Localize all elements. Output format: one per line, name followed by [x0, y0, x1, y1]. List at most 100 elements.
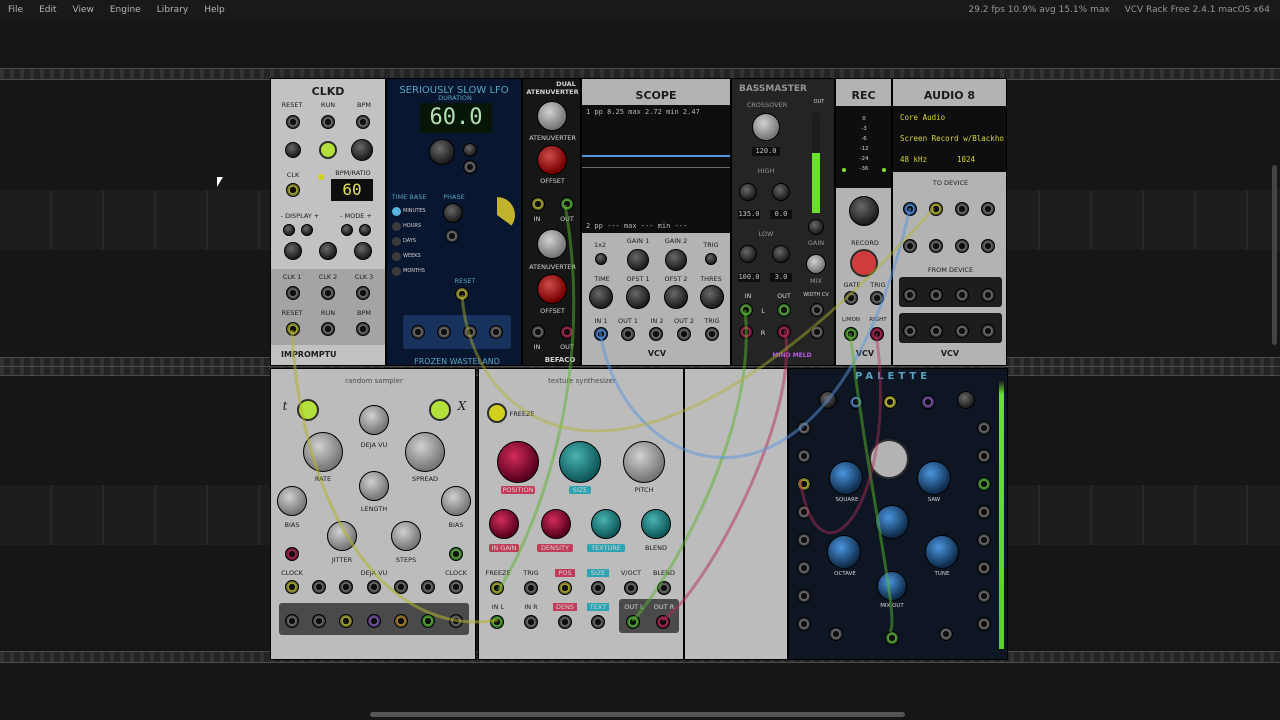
out1-jack[interactable] [621, 327, 635, 341]
offset-knob-2[interactable] [537, 274, 567, 304]
gate-jack[interactable] [844, 291, 858, 305]
t3-output-jack[interactable] [339, 614, 353, 628]
mode-up-button[interactable] [359, 224, 371, 236]
high-width-knob[interactable] [739, 183, 757, 201]
scope-module[interactable]: SCOPE 1 pp 8.25 max 2.72 min 2.47 2 pp -… [581, 78, 731, 366]
out-right-jack[interactable] [777, 325, 791, 339]
to-device-jack-5[interactable] [903, 239, 917, 253]
in-l-jack[interactable] [490, 615, 504, 629]
right-jack-6[interactable] [977, 561, 991, 575]
text-cv-jack[interactable] [591, 615, 605, 629]
block-size-selector[interactable]: 1024 [957, 155, 975, 164]
from-device-jack-6[interactable] [929, 324, 943, 338]
bottom-jack-3[interactable] [939, 627, 953, 641]
to-device-jack-4[interactable] [981, 202, 995, 216]
top-jack-3[interactable] [883, 395, 897, 409]
display-down-button[interactable] [283, 224, 295, 236]
clk1-output-jack[interactable] [286, 286, 300, 300]
top-knob-1[interactable] [819, 391, 837, 409]
x2-button[interactable] [595, 253, 607, 265]
clk2-output-jack[interactable] [321, 286, 335, 300]
ratio-knob-1[interactable] [284, 242, 302, 260]
out2-jack[interactable] [677, 327, 691, 341]
size-knob[interactable] [559, 441, 601, 483]
voct-jack[interactable] [624, 581, 638, 595]
mix-out-knob[interactable] [877, 571, 907, 601]
trig-jack[interactable] [524, 581, 538, 595]
crossover-knob[interactable] [752, 113, 780, 141]
x-bias-cv-jack[interactable] [449, 547, 463, 561]
from-device-jack-5[interactable] [903, 324, 917, 338]
blend-knob[interactable] [641, 509, 671, 539]
in-right-jack[interactable] [739, 325, 753, 339]
clk3-output-jack[interactable] [356, 286, 370, 300]
square-knob[interactable] [829, 461, 863, 495]
time-knob[interactable] [589, 285, 613, 309]
horizontal-scrollbar[interactable] [370, 712, 905, 717]
reset-button[interactable] [285, 142, 301, 158]
right-jack-4[interactable] [977, 505, 991, 519]
atenuverter-knob-2[interactable] [537, 229, 567, 259]
from-device-jack-7[interactable] [955, 324, 969, 338]
phase-cv-jack[interactable] [445, 229, 459, 243]
gain-knob[interactable] [849, 196, 879, 226]
clkd-module[interactable]: CLKD RESET RUN BPM CLK BPM/RATIO 60 - DI… [270, 78, 386, 366]
top-jack-4[interactable] [921, 395, 935, 409]
output-jack-1[interactable] [411, 325, 425, 339]
from-device-jack-4[interactable] [981, 288, 995, 302]
left-jack-6[interactable] [797, 561, 811, 575]
to-device-jack-2[interactable] [929, 202, 943, 216]
reset-jack[interactable] [455, 287, 469, 301]
from-device-jack-1[interactable] [903, 288, 917, 302]
top-jack-2[interactable] [849, 395, 863, 409]
random-sampler-module[interactable]: random sampler t X DEJA VU RATE SPREAD L… [270, 368, 476, 660]
right-jack-7[interactable] [977, 589, 991, 603]
to-device-jack-7[interactable] [955, 239, 969, 253]
x-bias-knob[interactable] [441, 486, 471, 516]
x2-output-jack[interactable] [421, 614, 435, 628]
ofst1-knob[interactable] [626, 285, 650, 309]
position-knob[interactable] [497, 441, 539, 483]
vertical-scrollbar[interactable] [1272, 165, 1277, 345]
to-device-jack-8[interactable] [981, 239, 995, 253]
menu-view[interactable]: View [65, 0, 102, 20]
gain-knob[interactable] [808, 219, 824, 235]
out-jack-1[interactable] [560, 197, 574, 211]
low-width-knob[interactable] [739, 245, 757, 263]
left-input-jack[interactable] [844, 327, 858, 341]
duration-cv-jack[interactable] [463, 160, 477, 174]
ratio-knob-3[interactable] [354, 242, 372, 260]
width-cv-jack-1[interactable] [810, 303, 824, 317]
density-knob[interactable] [541, 509, 571, 539]
cv-jack-5[interactable] [394, 580, 408, 594]
display-up-button[interactable] [301, 224, 313, 236]
ofst2-knob[interactable] [664, 285, 688, 309]
from-device-jack-2[interactable] [929, 288, 943, 302]
palette-module[interactable]: PALETTE SQUARE SAW OCTAVE TUNE MIX OUT [788, 368, 1008, 660]
atenuverter-knob-1[interactable] [537, 101, 567, 131]
menu-file[interactable]: File [0, 0, 31, 20]
pitch-knob[interactable] [623, 441, 665, 483]
length-knob[interactable] [359, 471, 389, 501]
steps-knob[interactable] [391, 521, 421, 551]
right-jack-8[interactable] [977, 617, 991, 631]
t-clock-jack[interactable] [285, 580, 299, 594]
run-button[interactable] [319, 141, 337, 159]
output-jack-3[interactable] [463, 325, 477, 339]
sample-rate-selector[interactable]: 48 kHz [900, 155, 927, 164]
from-device-jack-8[interactable] [981, 324, 995, 338]
clk-output-jack[interactable] [286, 183, 300, 197]
output-jack-2[interactable] [437, 325, 451, 339]
pos-cv-jack[interactable] [558, 581, 572, 595]
octave-knob[interactable] [827, 535, 861, 569]
in-gain-knob[interactable] [489, 509, 519, 539]
in-left-jack[interactable] [739, 303, 753, 317]
mix-out-jack[interactable] [885, 631, 899, 645]
menu-engine[interactable]: Engine [102, 0, 149, 20]
t1-output-jack[interactable] [285, 614, 299, 628]
cv-jack-2[interactable] [312, 580, 326, 594]
reset-output-jack[interactable] [286, 322, 300, 336]
in-r-jack[interactable] [524, 615, 538, 629]
freeze-cv-jack[interactable] [490, 581, 504, 595]
fine-tune-knob[interactable] [875, 505, 909, 539]
